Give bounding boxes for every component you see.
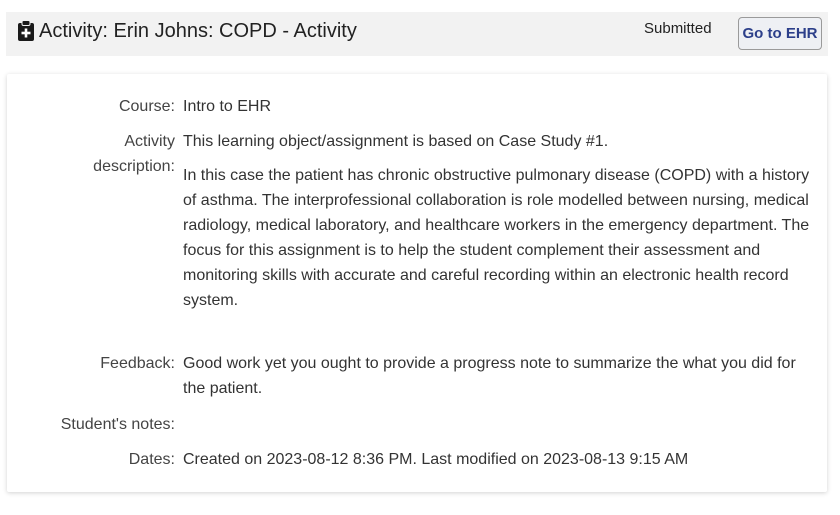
student-notes-label: Student's notes: [60,416,175,433]
activity-header: Activity: Erin Johns: COPD - Activity Su… [6,12,828,56]
description-paragraph: This learning object/assignment is based… [183,133,609,150]
page-title: Activity: Erin Johns: COPD - Activity [39,20,357,42]
feedback-value: Good work yet you ought to provide a pro… [183,355,796,397]
clipboard-plus-icon [18,20,34,41]
description-paragraph: In this case the patient has chronic obs… [183,167,810,309]
activity-details-card: Course: Intro to EHR Activity descriptio… [7,74,827,492]
activity-description-label: Activity description: [93,133,175,175]
go-to-ehr-button[interactable]: Go to EHR [738,17,822,50]
activity-description-value: This learning object/assignment is based… [183,129,813,313]
feedback-label: Feedback: [100,355,175,372]
course-value: Intro to EHR [183,98,272,115]
status-label: Submitted [644,20,712,37]
dates-value: Created on 2023-08-12 8:36 PM. Last modi… [183,451,689,468]
course-label: Course: [118,98,175,115]
dates-label: Dates: [128,451,175,468]
